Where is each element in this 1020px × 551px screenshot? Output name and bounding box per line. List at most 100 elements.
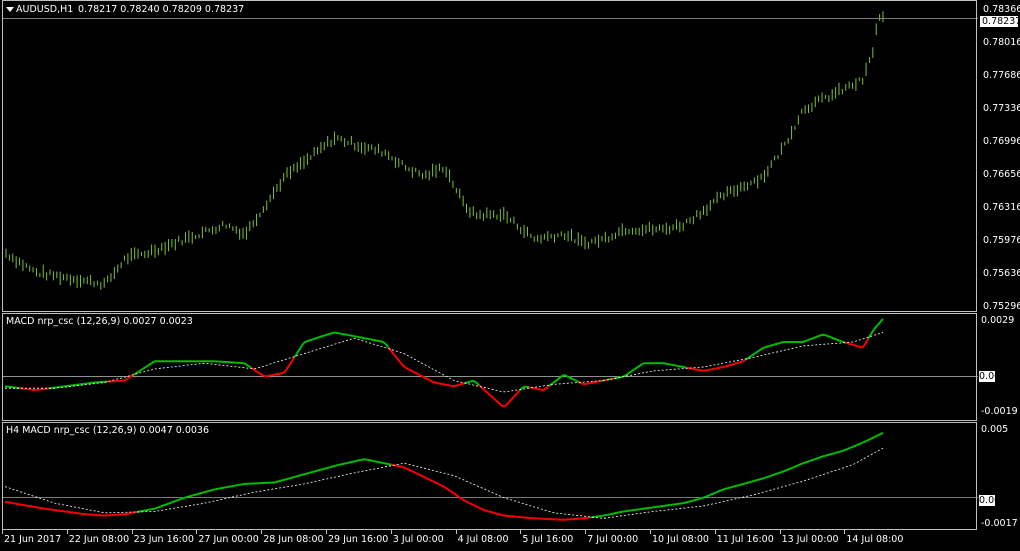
macd-segment xyxy=(467,380,471,384)
macd-segment xyxy=(712,491,717,495)
macd-segment xyxy=(194,492,199,496)
macd-segment xyxy=(727,486,732,490)
macd-segment xyxy=(302,340,307,345)
macd-segment xyxy=(487,510,492,513)
macd-segment xyxy=(873,325,878,330)
time-label: 14 Jul 08:00 xyxy=(846,534,904,545)
price-chart-area[interactable] xyxy=(2,0,978,312)
macd-segment xyxy=(727,363,732,367)
macd-segment xyxy=(551,380,556,385)
macd-segment xyxy=(718,366,723,369)
macd-segment xyxy=(139,509,143,513)
ohlc-readout: 0.78217 0.78240 0.78209 0.78237 xyxy=(78,4,245,15)
macd-segment xyxy=(745,481,749,485)
macd-segment xyxy=(300,473,304,477)
h4-macd-chart-area[interactable] xyxy=(2,422,978,530)
macd-segment xyxy=(183,496,187,500)
macd-segment xyxy=(786,468,790,472)
macd-segment xyxy=(288,476,293,480)
macd-segment xyxy=(516,389,521,395)
macd-segment xyxy=(379,461,383,464)
macd-tick-bottom: -0.0019 xyxy=(981,406,1018,417)
price-scale[interactable]: 0.78366 0.78016 0.77686 0.77336 0.76996 0.766… xyxy=(977,0,1020,312)
h4-zero-tag: 0.00 xyxy=(979,495,1001,506)
macd-segment xyxy=(4,500,9,504)
macd-segment xyxy=(320,467,325,471)
h4-macd-pane[interactable]: H4 MACD nrp_csc (12,26,9) 0.0047 0.0036 … xyxy=(0,422,1020,530)
macd-segment xyxy=(774,472,778,476)
macd-segment xyxy=(382,461,386,465)
macd-segment xyxy=(393,354,398,359)
macd-segment xyxy=(847,342,852,346)
macd-segment xyxy=(484,509,489,513)
macd-segment xyxy=(569,376,574,380)
macd-segment xyxy=(481,387,486,392)
time-label: 4 Jul 08:00 xyxy=(457,534,509,545)
macd-segment xyxy=(344,461,348,465)
macd-segment xyxy=(466,501,471,505)
macd-segment xyxy=(733,484,737,488)
macd-segment xyxy=(490,511,495,514)
macd-segment xyxy=(151,507,155,511)
macd-segment xyxy=(344,333,348,336)
macd-chart-area[interactable] xyxy=(2,313,978,421)
macd-segment xyxy=(268,374,272,377)
macd-segment xyxy=(338,463,342,466)
macd-segment xyxy=(683,366,688,369)
main-price-pane[interactable]: AUDUSD,H1 0.78217 0.78240 0.78209 0.7823… xyxy=(0,0,1020,312)
macd-segment xyxy=(765,475,770,479)
macd-segment xyxy=(566,375,571,379)
time-axis[interactable]: 21 Jun 2017 22 Jun 08:00 23 Jun 16:00 27 Ju… xyxy=(0,530,1020,551)
macd-segment xyxy=(475,505,480,509)
macd-segment xyxy=(675,364,679,367)
time-tick xyxy=(196,530,198,534)
macd-segment xyxy=(818,334,822,337)
macd-segment xyxy=(800,462,805,466)
macd-segment xyxy=(461,382,465,386)
macd-segment xyxy=(285,477,290,481)
macd-segment xyxy=(390,350,396,356)
macd-segment xyxy=(513,392,518,398)
macd-segment xyxy=(446,383,451,387)
macd-segment xyxy=(428,478,433,482)
macd-segment xyxy=(317,335,322,339)
macd-segment xyxy=(329,465,334,469)
macd-segment xyxy=(683,501,688,505)
macd-segment xyxy=(724,487,729,490)
macd-segment xyxy=(537,387,541,391)
time-tick xyxy=(779,530,781,534)
macd-segment xyxy=(443,485,448,490)
macd-segment xyxy=(455,383,459,387)
macd-segment xyxy=(788,466,793,470)
macd-segment xyxy=(411,470,416,474)
symbol-menu-icon[interactable] xyxy=(6,7,14,12)
macd-segment xyxy=(399,361,404,367)
macd-segment xyxy=(296,347,302,353)
macd-segment xyxy=(431,380,436,384)
macd-lines xyxy=(3,318,978,408)
symbol-label: AUDUSD,H1 xyxy=(16,4,74,15)
price-tick-label: 0.76656 xyxy=(983,169,1020,180)
macd-segment xyxy=(259,372,264,377)
macd-segment xyxy=(876,433,881,437)
macd-segment xyxy=(265,374,269,378)
macd-segment xyxy=(303,472,307,476)
macd-segment xyxy=(841,449,846,453)
macd-segment xyxy=(715,366,720,370)
time-label: 10 Jul 08:00 xyxy=(652,534,709,545)
price-tick-label: 0.77686 xyxy=(983,70,1020,81)
time-label: 7 Jul 00:00 xyxy=(587,534,639,545)
macd-segment xyxy=(593,380,597,384)
macd-segment xyxy=(534,387,538,390)
macd-segment xyxy=(873,434,878,439)
macd-segment xyxy=(742,482,746,486)
macd-segment xyxy=(850,343,855,347)
h4-macd-scale[interactable]: 0.005 0.00 -0.0017 xyxy=(977,422,1020,530)
macd-segment xyxy=(402,364,407,369)
macd-scale[interactable]: 0.0029 0.00 -0.0019 xyxy=(977,313,1020,421)
macd-segment xyxy=(709,492,714,496)
macd-pane[interactable]: MACD nrp_csc (12,26,9) 0.0027 0.0023 0.0… xyxy=(0,313,1020,421)
time-tick xyxy=(66,530,68,534)
macd-segment xyxy=(613,511,617,515)
macd-segment xyxy=(487,392,492,397)
